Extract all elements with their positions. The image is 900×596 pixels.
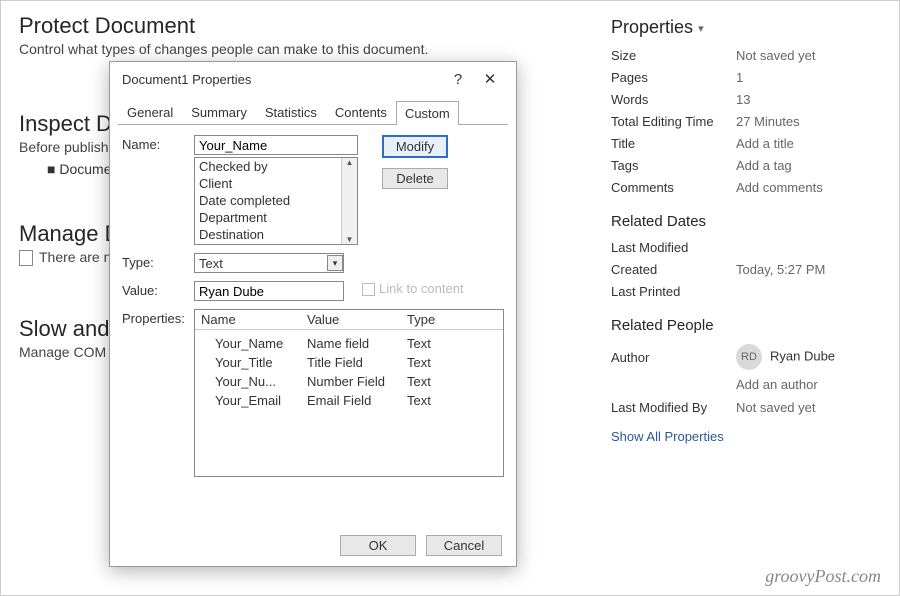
listbox-item[interactable]: Date completed xyxy=(195,192,357,209)
dialog-title-text: Document1 Properties xyxy=(122,72,251,87)
words-value: 13 xyxy=(736,92,750,107)
tab-summary[interactable]: Summary xyxy=(182,100,256,124)
watermark: groovyPost.com xyxy=(765,566,881,587)
close-button[interactable]: ✕ xyxy=(474,70,506,88)
modify-button[interactable]: Modify xyxy=(382,135,448,158)
name-label: Name: xyxy=(122,135,194,152)
words-label: Words xyxy=(611,92,736,107)
listbox-item[interactable]: Client xyxy=(195,175,357,192)
tab-general[interactable]: General xyxy=(118,100,182,124)
tags-label: Tags xyxy=(611,158,736,173)
cancel-button[interactable]: Cancel xyxy=(426,535,502,556)
tab-statistics[interactable]: Statistics xyxy=(256,100,326,124)
created-value: Today, 5:27 PM xyxy=(736,262,825,277)
show-all-properties-link[interactable]: Show All Properties xyxy=(611,429,881,444)
properties-panel: Properties ▾ SizeNot saved yet Pages1 Wo… xyxy=(611,17,881,444)
author-label: Author xyxy=(611,350,736,365)
type-select[interactable]: Text ▾ xyxy=(194,253,344,273)
properties-header-text: Properties xyxy=(611,17,693,37)
value-input[interactable] xyxy=(194,281,344,301)
listbox-item[interactable]: Disposition xyxy=(195,243,357,245)
size-label: Size xyxy=(611,48,736,63)
comments-label: Comments xyxy=(611,180,736,195)
avatar: RD xyxy=(736,344,762,370)
col-name: Name xyxy=(195,310,301,329)
related-people-header: Related People xyxy=(611,317,881,334)
tab-custom[interactable]: Custom xyxy=(396,101,459,125)
scrollbar[interactable] xyxy=(341,158,357,244)
properties-table[interactable]: Name Value Type Your_NameName fieldTextY… xyxy=(194,309,504,477)
link-to-content-label: Link to content xyxy=(379,281,464,296)
dialog-titlebar: Document1 Properties ? ✕ xyxy=(110,62,516,96)
size-value: Not saved yet xyxy=(736,48,816,63)
chevron-down-icon: ▾ xyxy=(327,255,343,271)
type-label: Type: xyxy=(122,253,194,270)
table-row[interactable]: Your_EmailEmail FieldText xyxy=(195,391,503,410)
ok-button[interactable]: OK xyxy=(340,535,416,556)
listbox-item[interactable]: Destination xyxy=(195,226,357,243)
lastmod-label: Last Modified xyxy=(611,240,736,255)
title-value[interactable]: Add a title xyxy=(736,136,794,151)
type-select-value: Text xyxy=(199,256,223,271)
tab-contents[interactable]: Contents xyxy=(326,100,396,124)
author-name: Ryan Dube xyxy=(770,348,835,363)
listbox-item[interactable]: Department xyxy=(195,209,357,226)
checkbox-icon xyxy=(362,283,375,296)
add-author[interactable]: Add an author xyxy=(736,377,818,392)
comments-value[interactable]: Add comments xyxy=(736,180,823,195)
tags-value[interactable]: Add a tag xyxy=(736,158,792,173)
name-listbox[interactable]: Checked byClientDate completedDepartment… xyxy=(194,157,358,245)
dialog-tabs: General Summary Statistics Contents Cust… xyxy=(118,100,508,125)
pages-value: 1 xyxy=(736,70,743,85)
dialog-body: Name: Checked byClientDate completedDepa… xyxy=(110,125,516,477)
lastmodby-value: Not saved yet xyxy=(736,400,816,415)
title-label: Title xyxy=(611,136,736,151)
link-to-content: Link to content xyxy=(362,281,464,296)
properties-dialog: Document1 Properties ? ✕ General Summary… xyxy=(109,61,517,567)
related-dates-header: Related Dates xyxy=(611,213,881,230)
col-type: Type xyxy=(401,310,503,329)
col-value: Value xyxy=(301,310,401,329)
delete-button[interactable]: Delete xyxy=(382,168,448,189)
help-button[interactable]: ? xyxy=(442,71,474,88)
name-input[interactable] xyxy=(194,135,358,155)
table-row[interactable]: Your_TitleTitle FieldText xyxy=(195,353,503,372)
pages-label: Pages xyxy=(611,70,736,85)
editing-label: Total Editing Time xyxy=(611,114,736,129)
properties-header[interactable]: Properties ▾ xyxy=(611,17,881,38)
editing-value: 27 Minutes xyxy=(736,114,800,129)
printed-label: Last Printed xyxy=(611,284,736,299)
manage-sub-text: There are nc xyxy=(39,249,118,265)
value-label: Value: xyxy=(122,281,194,298)
chevron-down-icon: ▾ xyxy=(698,23,704,35)
table-row[interactable]: Your_Nu...Number FieldText xyxy=(195,372,503,391)
document-icon xyxy=(19,250,33,266)
created-label: Created xyxy=(611,262,736,277)
table-row[interactable]: Your_NameName fieldText xyxy=(195,334,503,353)
listbox-item[interactable]: Checked by xyxy=(195,158,357,175)
properties-label: Properties: xyxy=(122,309,194,326)
lastmodby-label: Last Modified By xyxy=(611,400,736,415)
author-value[interactable]: RD Ryan Dube xyxy=(736,344,835,370)
